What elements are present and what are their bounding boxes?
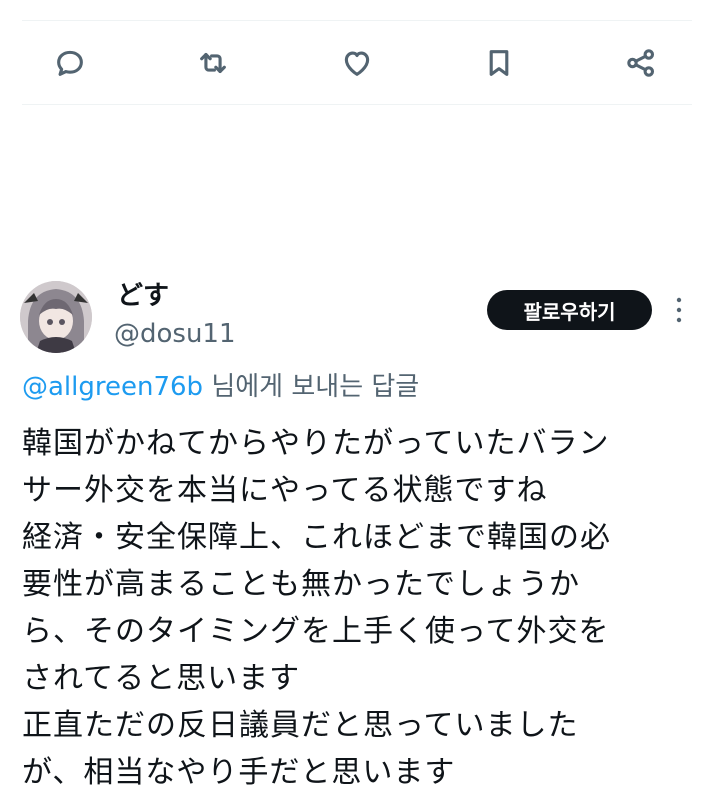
like-button[interactable] — [335, 38, 379, 88]
tweet-text-line: 要性が高まることも無かったでしょうか — [22, 567, 580, 602]
reply-icon — [57, 50, 83, 76]
share-icon — [627, 49, 655, 77]
tweet-text-line: 正直ただの反日議員だと思っていました — [22, 708, 579, 743]
tweet-text: 韓国がかねてからやりたがっていたバラン サー外交を本当にやってる状態ですね 経済… — [22, 420, 702, 796]
avatar-image — [20, 281, 92, 353]
tweet-text-line: サー外交を本当にやってる状態ですね — [22, 473, 548, 508]
follow-button[interactable]: 팔로우하기 — [487, 290, 652, 330]
replying-to: @allgreen76b 님에게 보내는 답글 — [22, 370, 419, 404]
tweet-text-line: が、相当なやり手だと思います — [22, 755, 456, 790]
tweet-text-line: 経済・安全保障上、これほどまで韓国の必 — [22, 520, 611, 555]
display-name[interactable]: どす — [117, 280, 169, 312]
avatar[interactable] — [20, 281, 92, 353]
heart-icon — [344, 51, 370, 76]
reply-mention-link[interactable]: @allgreen76b — [22, 372, 203, 402]
retweet-button[interactable] — [191, 38, 235, 88]
top-divider — [22, 20, 692, 21]
tweet-text-line: されてると思います — [22, 661, 301, 696]
reply-button[interactable] — [48, 38, 92, 88]
share-button[interactable] — [619, 38, 663, 88]
reply-to-suffix: 님에게 보내는 답글 — [203, 372, 420, 402]
retweet-icon — [200, 52, 226, 74]
tweet-action-bar — [0, 38, 714, 88]
tweet-text-line: 韓国がかねてからやりたがっていたバラン — [22, 426, 610, 461]
tweet-text-line: ら、そのタイミングを上手く使って外交を — [22, 614, 610, 649]
bookmark-button[interactable] — [477, 38, 521, 88]
user-handle[interactable]: @dosu11 — [114, 318, 236, 350]
bookmark-icon — [489, 50, 509, 76]
more-options-icon[interactable] — [668, 292, 690, 328]
action-bar-divider — [22, 104, 692, 105]
